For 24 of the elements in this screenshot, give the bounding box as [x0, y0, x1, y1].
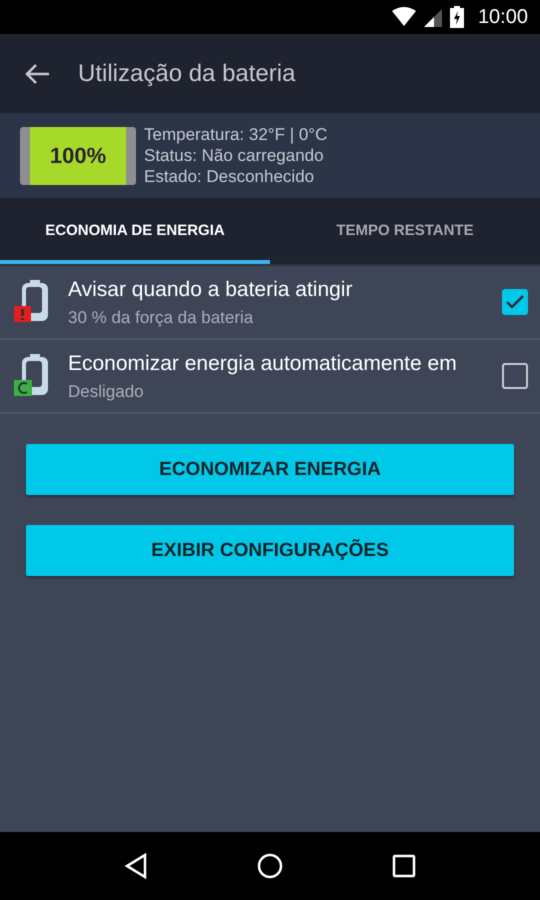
tab[interactable]: TEMPO RESTANTE: [270, 198, 540, 264]
status-time: 10:00: [478, 6, 528, 28]
screen-title: Utilização da bateria: [78, 60, 296, 88]
battery-info: Status: Não carregando: [144, 145, 325, 166]
home-icon[interactable]: [256, 853, 283, 879]
back-icon[interactable]: [124, 853, 148, 879]
setting-title: Economizar energia automaticamente em: [68, 351, 458, 377]
back-arrow-icon[interactable]: [24, 62, 50, 84]
setting-subtitle: 30 % da força da bateria: [68, 308, 254, 328]
recents-icon[interactable]: [392, 854, 416, 878]
battery-info: Estado: Desconhecido: [144, 166, 316, 187]
signal-icon: [424, 7, 442, 27]
action-button[interactable]: ECONOMIZAR ENERGIA: [26, 444, 514, 495]
checkmark-icon: [506, 295, 524, 309]
checkbox[interactable]: [502, 289, 528, 315]
checkbox[interactable]: [502, 363, 528, 389]
setting-title: Avisar quando a bateria atingir: [68, 277, 354, 303]
setting-subtitle: Desligado: [68, 382, 145, 402]
battery-percent: 100%: [50, 142, 106, 168]
wifi-icon: [392, 7, 416, 27]
action-button[interactable]: EXIBIR CONFIGURAÇÕES: [26, 525, 514, 576]
tab[interactable]: ECONOMIA DE ENERGIA: [0, 198, 270, 264]
battery-info: Temperatura: 32°F | 0°C: [144, 124, 328, 145]
battery-charging-icon: [450, 6, 464, 28]
